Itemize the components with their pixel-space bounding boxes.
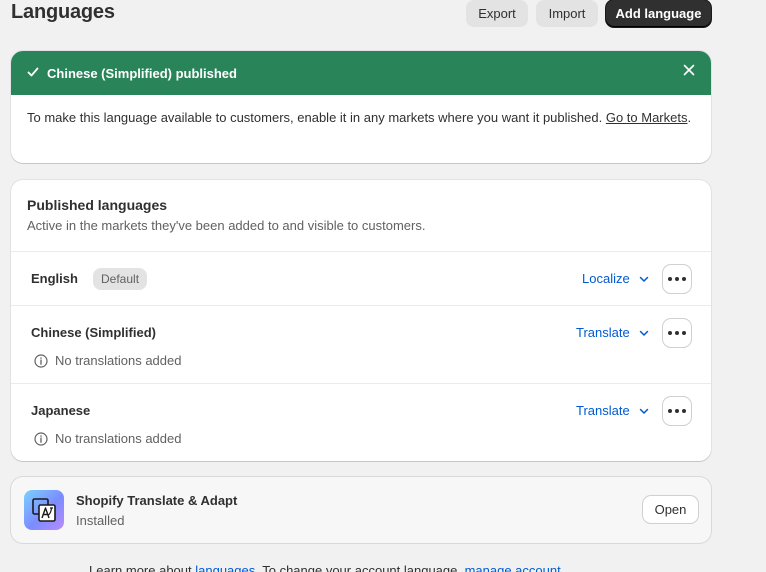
translate-button[interactable]: Translate (576, 403, 649, 418)
localize-button[interactable]: Localize (582, 271, 649, 286)
action-label: Translate (576, 325, 630, 340)
footer-help-text: Learn more about languages. To change yo… (89, 563, 561, 572)
language-row-english: English Default Localize (11, 252, 711, 306)
more-actions-button[interactable] (663, 319, 691, 347)
manage-account-link[interactable]: manage account (465, 563, 561, 572)
card-header: Published languages Active in the market… (11, 180, 711, 252)
page-title: Languages (11, 1, 115, 23)
export-button[interactable]: Export (466, 0, 528, 27)
status-text: No translations added (55, 353, 182, 368)
info-icon (34, 353, 48, 368)
languages-link[interactable]: languages (195, 563, 255, 572)
add-language-button[interactable]: Add language (606, 0, 711, 27)
default-badge: Default (93, 268, 148, 290)
page-header: Languages Export Import Add language (0, 0, 766, 30)
go-to-markets-link[interactable]: Go to Markets (606, 110, 688, 125)
language-name: Chinese (Simplified) (31, 325, 156, 340)
app-name: Shopify Translate & Adapt (76, 493, 238, 508)
more-actions-button[interactable] (663, 397, 691, 425)
success-banner: Chinese (Simplified) published To make t… (11, 51, 711, 163)
banner-body-text: To make this language available to custo… (27, 110, 603, 125)
footer-middle: . To change your account language, (255, 563, 465, 572)
action-label: Translate (576, 403, 630, 418)
ellipsis-icon (668, 277, 686, 281)
translate-app-icon (24, 490, 64, 530)
close-icon[interactable] (681, 64, 697, 80)
app-status: Installed (76, 513, 125, 528)
status-text: No translations added (55, 431, 182, 446)
action-label: Localize (582, 271, 630, 286)
footer-prefix: Learn more about (89, 563, 196, 572)
info-icon (34, 431, 48, 446)
language-name: Japanese (31, 403, 91, 418)
banner-header: Chinese (Simplified) published (11, 51, 711, 95)
language-name: English (31, 271, 78, 286)
banner-title: Chinese (Simplified) published (47, 65, 237, 81)
checkmark-icon (27, 66, 47, 81)
translate-button[interactable]: Translate (576, 325, 649, 340)
language-row-japanese: Japanese Translate No translations added (11, 384, 711, 461)
ellipsis-icon (668, 409, 686, 413)
language-row-chinese-simplified: Chinese (Simplified) Translate No transl… (11, 306, 711, 384)
more-actions-button[interactable] (663, 265, 691, 293)
open-app-button[interactable]: Open (643, 496, 698, 523)
published-languages-card: Published languages Active in the market… (11, 180, 711, 461)
ellipsis-icon (668, 331, 686, 335)
card-title: Published languages (27, 197, 168, 213)
banner-message: To make this language available to custo… (11, 95, 711, 128)
chevron-down-icon (639, 408, 648, 414)
chevron-down-icon (639, 330, 648, 336)
app-card: Shopify Translate & Adapt Installed Open (11, 477, 711, 543)
banner-trail: . (687, 110, 692, 125)
translation-status: No translations added (34, 431, 181, 446)
import-button[interactable]: Import (536, 0, 598, 27)
card-subtitle: Active in the markets they've been added… (27, 218, 426, 233)
chevron-down-icon (639, 276, 648, 282)
translation-status: No translations added (34, 353, 181, 368)
